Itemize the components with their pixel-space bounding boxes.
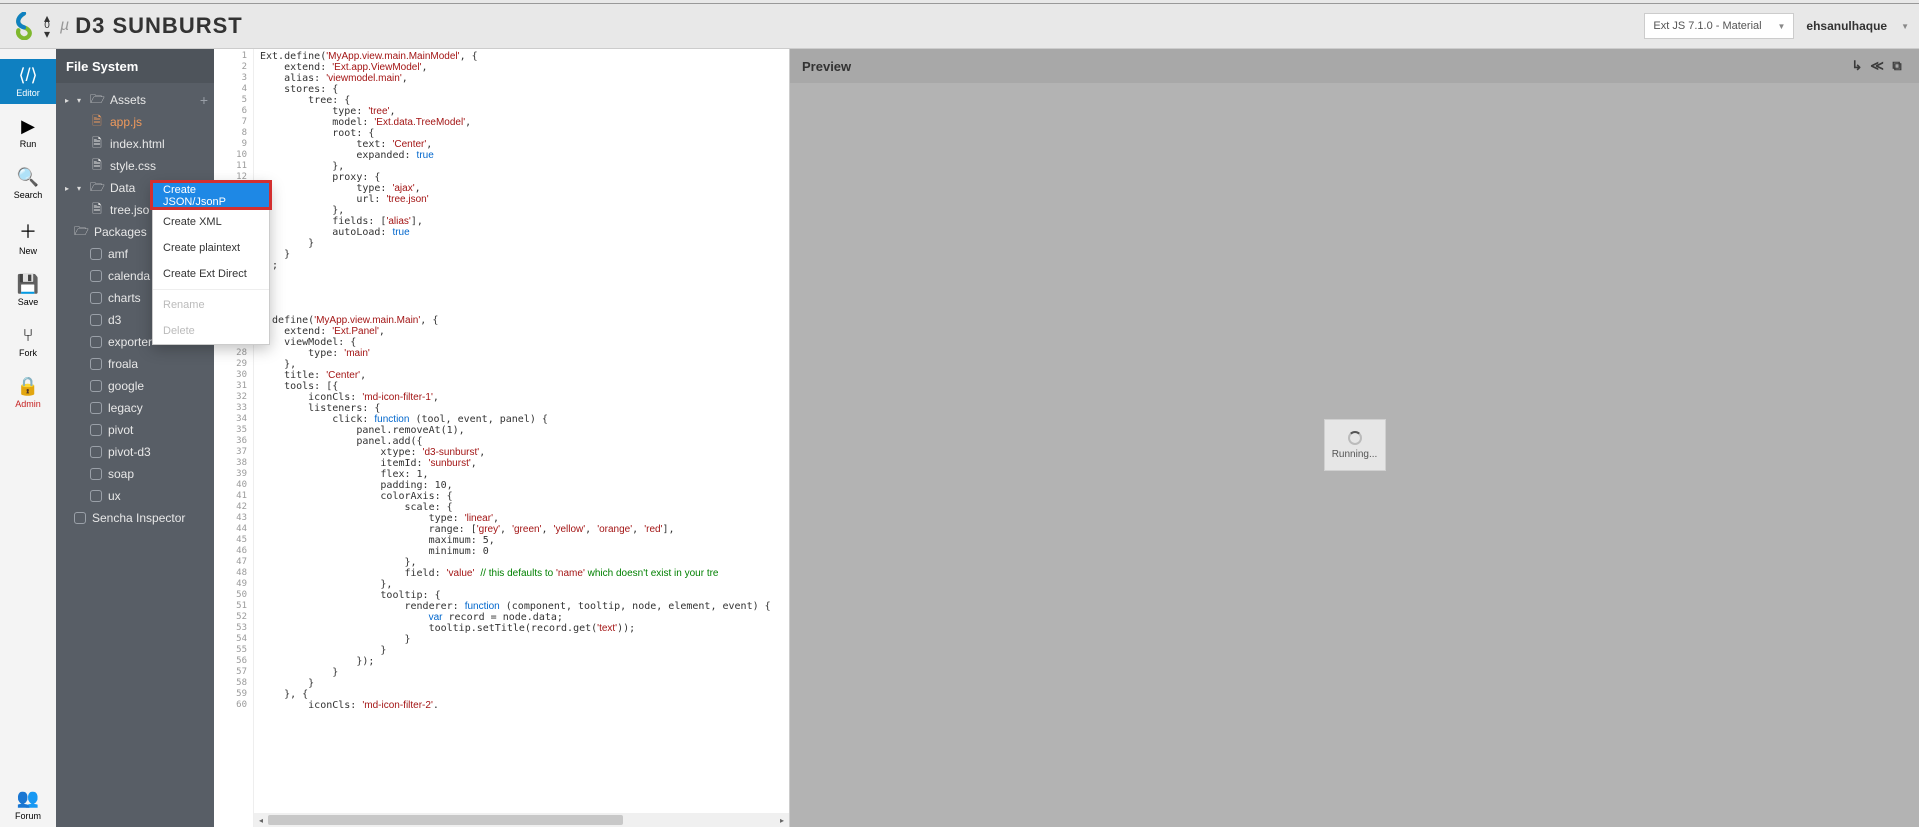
checkbox-icon[interactable] (90, 402, 102, 414)
scroll-left-icon[interactable]: ◂ (254, 816, 268, 825)
checkbox-icon[interactable] (90, 314, 102, 326)
checkbox-icon[interactable] (74, 512, 86, 524)
rail-forum[interactable]: 👥 Forum (0, 782, 56, 827)
divider (153, 289, 269, 290)
fork-icon: ⑂ (23, 325, 34, 346)
checkbox-icon[interactable] (90, 490, 102, 502)
user-menu[interactable]: ehsanulhaque ▼ (1806, 19, 1909, 33)
rail-editor-label: Editor (16, 88, 40, 98)
rail-save-label: Save (18, 297, 39, 307)
rail-new-label: New (19, 246, 37, 256)
horizontal-scrollbar[interactable]: ◂ ▸ (254, 813, 789, 827)
rail-run[interactable]: ▶ Run (0, 110, 56, 155)
checkbox-icon[interactable] (90, 292, 102, 304)
play-icon: ▶ (21, 116, 35, 137)
ctx-create-plaintext[interactable]: Create plaintext (153, 235, 269, 261)
file-icon: 🗎 (90, 134, 104, 155)
checkbox-icon[interactable] (90, 358, 102, 370)
rail-admin[interactable]: 🔒 Admin (0, 370, 56, 415)
framework-select-value: Ext JS 7.1.0 - Material (1653, 20, 1761, 32)
side-rail: ⟨/⟩ Editor ▶ Run 🔍 Search ＋ New 💾 Save ⑂… (0, 49, 56, 827)
tree-pkg-ux[interactable]: ux (56, 485, 214, 507)
ctx-create-ext-direct[interactable]: Create Ext Direct (153, 261, 269, 287)
fiddle-title: D3 SUNBURST (75, 13, 242, 39)
checkbox-icon[interactable] (90, 468, 102, 480)
context-menu: Create JSON/JsonP Create XML Create plai… (152, 182, 270, 345)
file-icon: 🗎 (90, 112, 104, 133)
preview-redirect-icon[interactable]: ↳ (1847, 58, 1867, 74)
ctx-delete: Delete (153, 318, 269, 344)
scroll-track[interactable] (268, 813, 775, 827)
scroll-thumb[interactable] (268, 815, 623, 825)
add-file-icon[interactable]: + (200, 92, 208, 108)
checkbox-icon[interactable] (90, 336, 102, 348)
file-system-panel: File System ▸▾🗁Assets+ 🗎app.js 🗎index.ht… (56, 49, 214, 827)
ctx-create-json[interactable]: Create JSON/JsonP (153, 183, 269, 209)
plus-icon: ＋ (19, 218, 37, 244)
vote-down-icon[interactable]: ▾ (44, 30, 50, 38)
title-wrap: µ D3 SUNBURST (60, 13, 243, 39)
spinner-icon (1348, 431, 1362, 445)
ctx-create-xml[interactable]: Create XML (153, 209, 269, 235)
code-icon: ⟨/⟩ (18, 65, 37, 86)
tree-pkg-soap[interactable]: soap (56, 463, 214, 485)
preview-share-icon[interactable]: ≪ (1867, 58, 1887, 74)
rail-admin-label: Admin (15, 399, 41, 409)
save-icon: 💾 (17, 274, 39, 295)
preview-running-indicator: Running... (1324, 419, 1386, 471)
checkbox-icon[interactable] (90, 446, 102, 458)
framework-select[interactable]: Ext JS 7.1.0 - Material ▼ (1644, 13, 1794, 39)
file-icon: 🗎 (90, 156, 104, 177)
ctx-rename: Rename (153, 292, 269, 318)
tree-pkg-pivot[interactable]: pivot (56, 419, 214, 441)
rail-new[interactable]: ＋ New (0, 212, 56, 262)
search-icon: 🔍 (17, 167, 39, 188)
rail-save[interactable]: 💾 Save (0, 268, 56, 313)
folder-open-icon: 🗁 (74, 222, 88, 243)
line-gutter: 1234567891011121314151617181920252627282… (214, 49, 254, 827)
checkbox-icon[interactable] (90, 270, 102, 282)
code-editor[interactable]: 1234567891011121314151617181920252627282… (214, 49, 790, 827)
user-name: ehsanulhaque (1806, 19, 1887, 33)
preview-popout-icon[interactable]: ⧉ (1887, 58, 1907, 74)
folder-open-icon: 🗁 (90, 178, 104, 199)
vote-widget: ▴ 0 ▾ (44, 14, 50, 38)
rail-editor[interactable]: ⟨/⟩ Editor (0, 59, 56, 104)
tree-file-app-js[interactable]: 🗎app.js (56, 111, 214, 133)
rail-search-label: Search (14, 190, 43, 200)
tree-file-style-css[interactable]: 🗎style.css (56, 155, 214, 177)
tree-file-index-html[interactable]: 🗎index.html (56, 133, 214, 155)
chevron-down-icon: ▼ (1777, 22, 1785, 31)
checkbox-icon[interactable] (90, 248, 102, 260)
file-icon: 🗎 (90, 200, 104, 221)
rail-search[interactable]: 🔍 Search (0, 161, 56, 206)
scroll-right-icon[interactable]: ▸ (775, 816, 789, 825)
top-bar: ▴ 0 ▾ µ D3 SUNBURST Ext JS 7.1.0 - Mater… (0, 3, 1919, 49)
sencha-logo-icon (10, 12, 38, 40)
file-system-header: File System (56, 49, 214, 83)
checkbox-icon[interactable] (90, 424, 102, 436)
tree-sencha-inspector[interactable]: Sencha Inspector (56, 507, 214, 529)
preview-running-label: Running... (1332, 449, 1378, 460)
rail-fork-label: Fork (19, 348, 37, 358)
lock-icon: 🔒 (17, 376, 39, 397)
preview-panel: Preview ↳ ≪ ⧉ Running... (790, 49, 1919, 827)
rail-forum-label: Forum (15, 811, 41, 821)
preview-header: Preview ↳ ≪ ⧉ (790, 49, 1919, 83)
preview-title: Preview (802, 59, 851, 74)
tree-pkg-froala[interactable]: froala (56, 353, 214, 375)
users-icon: 👥 (17, 788, 39, 809)
folder-open-icon: 🗁 (90, 90, 104, 111)
code-viewport[interactable]: Ext.define('MyApp.view.main.MainModel', … (254, 49, 789, 827)
checkbox-icon[interactable] (90, 380, 102, 392)
tree-pkg-google[interactable]: google (56, 375, 214, 397)
tree-pkg-pivot-d3[interactable]: pivot-d3 (56, 441, 214, 463)
chevron-down-icon: ▼ (1901, 22, 1909, 31)
rail-fork[interactable]: ⑂ Fork (0, 319, 56, 364)
tree-folder-assets[interactable]: ▸▾🗁Assets+ (56, 89, 214, 111)
rail-run-label: Run (20, 139, 37, 149)
fiddle-mu-icon: µ (60, 17, 69, 35)
tree-pkg-legacy[interactable]: legacy (56, 397, 214, 419)
code-content[interactable]: Ext.define('MyApp.view.main.MainModel', … (254, 51, 789, 711)
